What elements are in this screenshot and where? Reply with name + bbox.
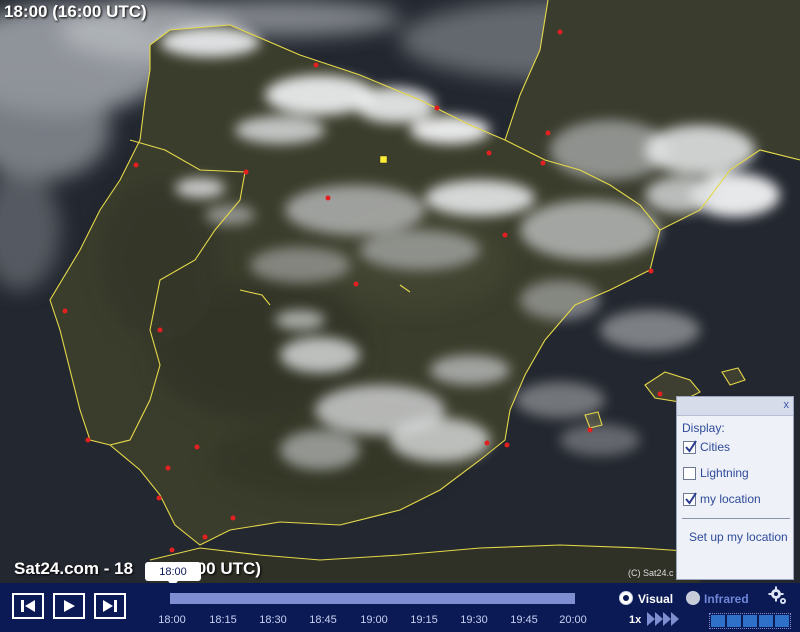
play-icon [64, 600, 75, 612]
timeline-tick: 18:45 [309, 614, 337, 626]
checkmark-icon [685, 439, 697, 453]
copyright-text: (C) Sat24.c [628, 568, 674, 578]
my-location-label: my location [700, 492, 761, 506]
lightning-label: Lightning [700, 466, 749, 480]
site-caption: Sat24.com - 18 :00 UTC) [14, 559, 261, 579]
skip-to-start-icon [21, 600, 35, 612]
timeline-tick: 20:00 [559, 614, 587, 626]
segment [727, 615, 741, 627]
timeline-tick: 19:15 [410, 614, 438, 626]
infrared-label: Infrared [704, 592, 749, 606]
first-frame-button[interactable] [12, 593, 44, 619]
timeline-slider[interactable] [170, 593, 575, 604]
option-cities[interactable]: Cities [683, 438, 730, 456]
setup-my-location-link[interactable]: Set up my location [689, 530, 788, 544]
segment [759, 615, 773, 627]
timeline-time-bubble: 18:00 [145, 562, 201, 587]
gear-icon[interactable] [768, 586, 788, 606]
close-panel-button[interactable]: x [784, 399, 790, 411]
option-lightning[interactable]: Lightning [683, 464, 749, 482]
display-options-panel: x Display: Cities Lightning my location … [676, 396, 794, 580]
panel-divider [682, 518, 790, 519]
my-location-checkbox[interactable] [683, 491, 697, 506]
segment [711, 615, 725, 627]
checkmark-icon [685, 491, 697, 505]
playback-controls-bar: 18:00 18:15 18:30 18:45 19:00 19:15 19:3… [0, 583, 800, 632]
my-location-marker[interactable] [379, 155, 388, 164]
timeline-tick: 18:15 [209, 614, 237, 626]
cities-checkbox[interactable] [683, 439, 697, 454]
timeline-tick: 19:45 [510, 614, 538, 626]
option-my-location[interactable]: my location [683, 490, 761, 508]
frame-time-label: 18:00 (16:00 UTC) [4, 2, 147, 21]
sat24-viewer: 18:00 (16:00 UTC) Sat24.com - 18 :00 UTC)… [0, 0, 800, 632]
panel-titlebar: x [677, 397, 793, 416]
lightning-checkbox[interactable] [683, 466, 696, 480]
play-button[interactable] [53, 593, 85, 619]
cities-label: Cities [700, 440, 731, 454]
caption-prefix: Sat24.com - 18 [14, 559, 134, 578]
segment [775, 615, 789, 627]
loading-segments [709, 613, 791, 629]
segment [743, 615, 757, 627]
display-heading: Display: [682, 421, 725, 435]
timeline-tick: 19:00 [360, 614, 388, 626]
infrared-radio[interactable] [686, 591, 700, 605]
timeline-tick: 18:30 [259, 614, 287, 626]
last-frame-button[interactable] [94, 593, 126, 619]
timeline-tick: 19:30 [460, 614, 488, 626]
visual-label: Visual [638, 592, 674, 606]
speed-label: 1x [629, 614, 642, 626]
fast-forward-icon[interactable] [646, 611, 680, 627]
skip-to-end-icon [103, 600, 117, 612]
caption-suffix: :00 UTC) [191, 559, 261, 578]
timeline-tick: 18:00 [158, 614, 186, 626]
visual-radio[interactable] [619, 591, 633, 605]
